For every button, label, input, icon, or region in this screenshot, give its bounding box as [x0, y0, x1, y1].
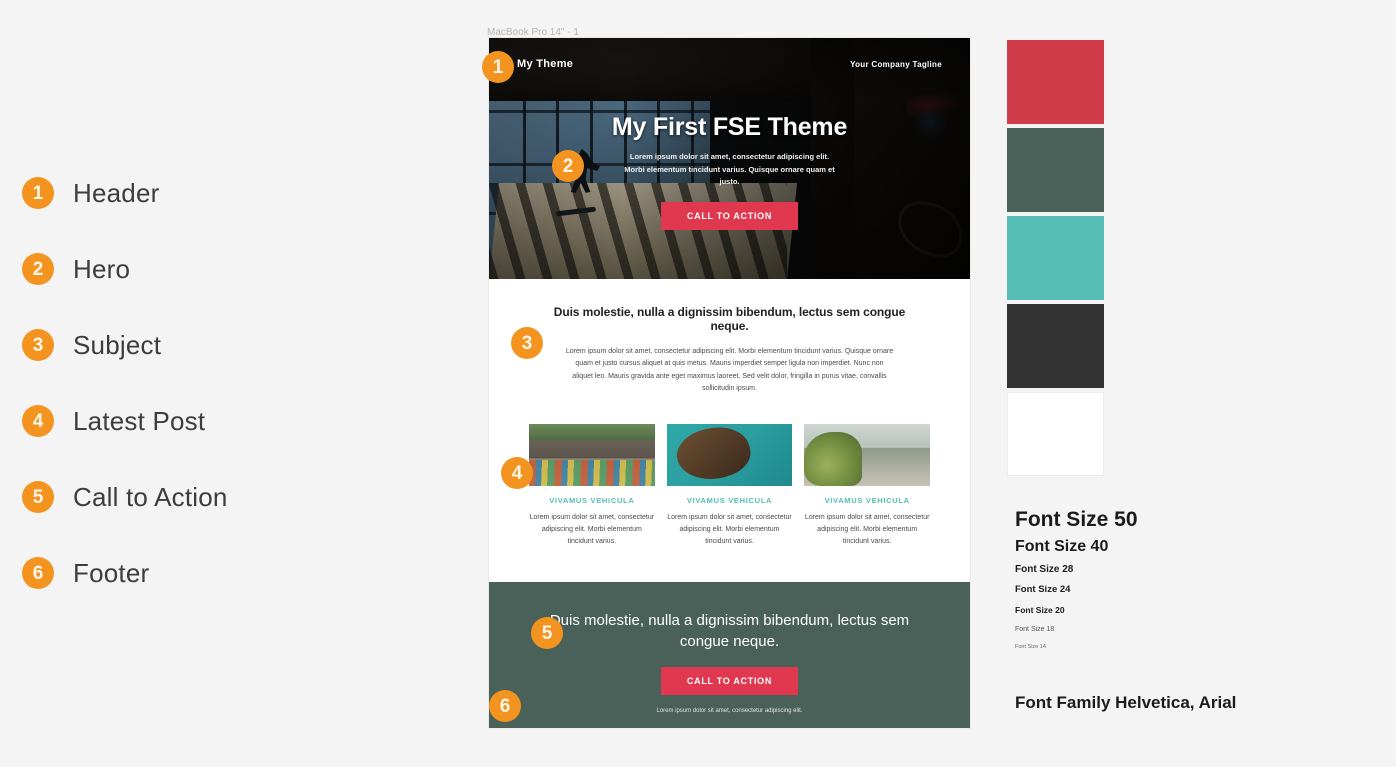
legend-label-latest-post: Latest Post: [73, 405, 206, 436]
subject-section: Duis molestie, nulla a dignissim bibendu…: [489, 279, 970, 418]
annotation-badge-footer: 6: [489, 690, 521, 722]
color-swatch-dark-green: [1007, 128, 1104, 212]
color-swatch-teal: [1007, 216, 1104, 300]
call-to-action-section: Duis molestie, nulla a dignissim bibendu…: [489, 581, 970, 728]
cta-heading: Duis molestie, nulla a dignissim bibendu…: [549, 611, 910, 651]
cta-note: Lorem ipsum dolor sit amet, consectetur …: [656, 707, 803, 714]
legend-list: 1 Header 2 Hero 3 Subject 4 Latest Post …: [22, 155, 352, 611]
post-excerpt: Lorem ipsum dolor sit amet, consectetur …: [804, 513, 930, 545]
post-title[interactable]: VIVAMUS VEHICULA: [529, 496, 655, 505]
legend-badge-5: 5: [22, 481, 54, 513]
post-thumbnail-image[interactable]: [666, 423, 793, 486]
hero-title: My First FSE Theme: [611, 113, 848, 142]
type-sample-50: Font Size 50: [1015, 508, 1138, 531]
legend-label-hero: Hero: [73, 253, 131, 284]
legend-badge-4: 4: [22, 405, 54, 437]
color-swatch-white: [1007, 392, 1104, 476]
website-mockup: My Theme Your Company Tagline My First F…: [489, 38, 970, 728]
color-palette: [1007, 40, 1104, 480]
type-sample-24: Font Size 24: [1015, 584, 1071, 595]
legend-badge-1: 1: [22, 177, 54, 209]
type-sample-20: Font Size 20: [1015, 605, 1065, 615]
subject-title: Duis molestie, nulla a dignissim bibendu…: [553, 305, 906, 333]
legend-item-subject: 3 Subject: [22, 307, 352, 383]
artboard-label: MacBook Pro 14" - 1: [487, 27, 579, 38]
legend-badge-6: 6: [22, 557, 54, 589]
annotation-badge-header: 1: [482, 51, 514, 83]
type-sample-14: Font Size 14: [1015, 644, 1046, 650]
type-sample-18: Font Size 18: [1015, 626, 1055, 633]
legend-label-call-to-action: Call to Action: [73, 481, 228, 512]
subject-body: Lorem ipsum dolor sit amet, consectetur …: [565, 348, 894, 393]
hero-subtitle: Lorem ipsum dolor sit amet, consectetur …: [624, 152, 835, 187]
hero-call-to-action-button[interactable]: CALL TO ACTION: [660, 201, 799, 230]
legend-badge-3: 3: [22, 329, 54, 361]
legend-item-latest-post: 4 Latest Post: [22, 383, 352, 459]
legend-item-footer: 6 Footer: [22, 535, 352, 611]
post-thumbnail-image[interactable]: [804, 423, 931, 486]
type-sample-40: Font Size 40: [1015, 538, 1109, 555]
annotation-badge-latest-post: 4: [501, 457, 533, 489]
type-scale-list: Font Size 50 Font Size 40 Font Size 28 F…: [1015, 508, 1138, 650]
legend-badge-2: 2: [22, 253, 54, 285]
legend-item-header: 1 Header: [22, 155, 352, 231]
post-title[interactable]: VIVAMUS VEHICULA: [667, 496, 793, 505]
post-excerpt: Lorem ipsum dolor sit amet, consectetur …: [667, 513, 792, 545]
color-swatch-dark-gray: [1007, 304, 1104, 388]
post-card[interactable]: VIVAMUS VEHICULA Lorem ipsum dolor sit a…: [804, 423, 931, 548]
font-family-label: Font Family Helvetica, Arial: [1015, 693, 1237, 712]
legend-item-call-to-action: 5 Call to Action: [22, 459, 352, 535]
legend-item-hero: 2 Hero: [22, 231, 352, 307]
legend-label-footer: Footer: [73, 557, 150, 588]
post-thumbnail-image[interactable]: [529, 423, 655, 486]
annotation-badge-call-to-action: 5: [531, 617, 563, 649]
annotation-badge-subject: 3: [511, 327, 543, 359]
legend-label-subject: Subject: [73, 329, 162, 360]
post-title[interactable]: VIVAMUS VEHICULA: [804, 496, 930, 505]
post-card[interactable]: VIVAMUS VEHICULA Lorem ipsum dolor sit a…: [529, 423, 655, 548]
cta-call-to-action-button[interactable]: CALL TO ACTION: [660, 666, 799, 695]
type-sample-28: Font Size 28: [1015, 564, 1074, 575]
post-card[interactable]: VIVAMUS VEHICULA Lorem ipsum dolor sit a…: [666, 423, 793, 548]
color-swatch-red: [1007, 40, 1104, 124]
post-excerpt: Lorem ipsum dolor sit amet, consectetur …: [529, 513, 655, 545]
latest-posts-section: VIVAMUS VEHICULA Lorem ipsum dolor sit a…: [489, 417, 970, 582]
annotation-badge-hero: 2: [552, 150, 584, 182]
legend-label-header: Header: [73, 177, 160, 208]
